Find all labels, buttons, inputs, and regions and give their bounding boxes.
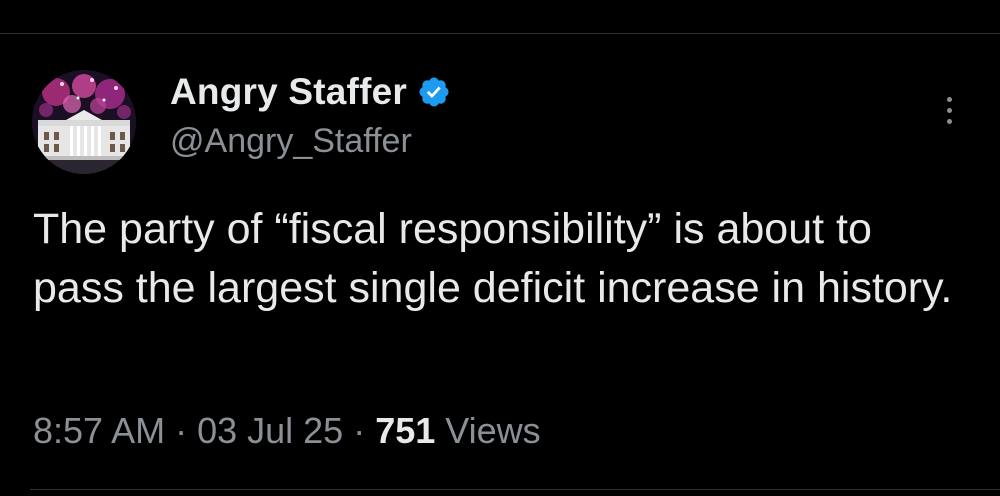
- tweet-time[interactable]: 8:57 AM: [33, 410, 165, 452]
- verified-badge-icon[interactable]: [417, 75, 451, 109]
- author-display-name[interactable]: Angry Staffer: [170, 71, 407, 113]
- name-row: Angry Staffer: [170, 70, 451, 114]
- meta-separator: ·: [353, 410, 366, 451]
- tweet-metadata: 8:57 AM · 03 Jul 25 · 751 Views: [33, 410, 541, 452]
- meta-separator: ·: [175, 410, 188, 451]
- tweet-text: The party of “fiscal responsibility” is …: [33, 205, 953, 312]
- tweet-author: Angry Staffer @Angry_Staffer: [170, 70, 451, 161]
- author-handle[interactable]: @Angry_Staffer: [170, 122, 451, 161]
- top-divider: [0, 33, 1000, 34]
- more-vertical-icon: [946, 96, 952, 102]
- avatar[interactable]: [32, 70, 136, 174]
- views-count[interactable]: 751: [375, 410, 435, 452]
- more-vertical-icon: [946, 118, 952, 124]
- bottom-divider: [30, 489, 1000, 490]
- more-vertical-icon: [946, 107, 952, 113]
- views-label[interactable]: Views: [445, 410, 540, 452]
- tweet-date[interactable]: 03 Jul 25: [197, 410, 343, 452]
- white-house-fireworks-avatar-icon: [32, 70, 136, 174]
- more-options-button[interactable]: [934, 90, 964, 130]
